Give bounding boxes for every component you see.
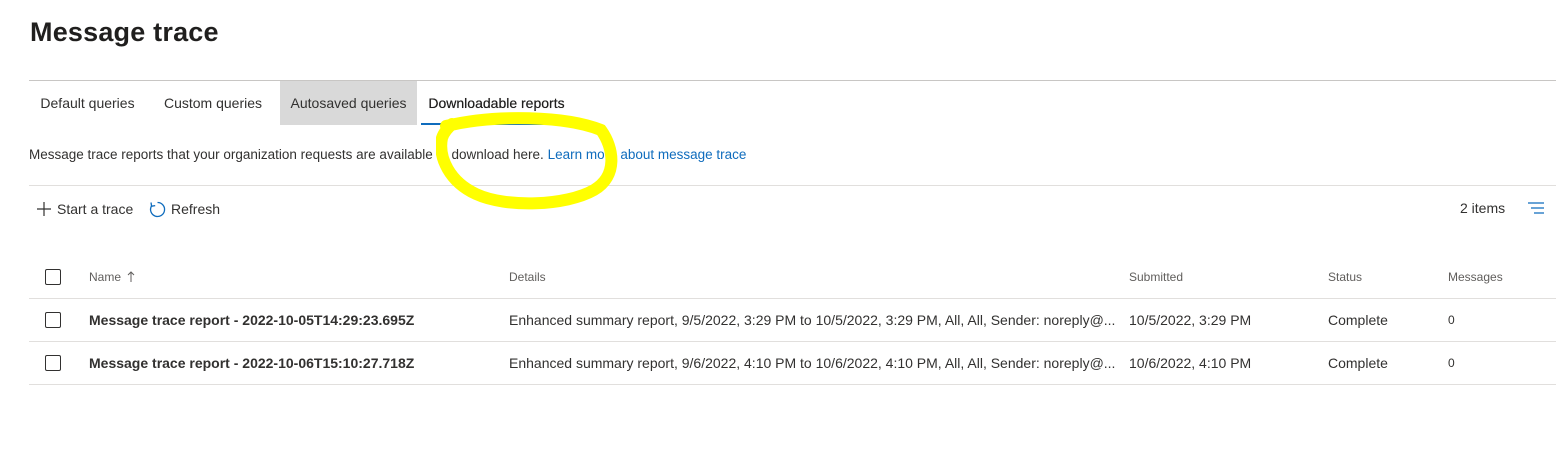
column-header-status[interactable]: Status: [1328, 256, 1362, 298]
tab-downloadable-reports[interactable]: Downloadable reports: [417, 81, 576, 125]
tab-autosaved-queries[interactable]: Autosaved queries: [280, 81, 417, 125]
tab-selected-indicator: [421, 123, 572, 125]
sort-ascending-icon: [127, 271, 135, 283]
row-checkbox[interactable]: [45, 355, 61, 371]
tab-label: Autosaved queries: [290, 95, 407, 111]
learn-more-link[interactable]: Learn more about message trace: [548, 147, 747, 162]
row-name[interactable]: Message trace report - 2022-10-06T15:10:…: [89, 342, 414, 384]
row-checkbox[interactable]: [45, 312, 61, 328]
select-all-checkbox[interactable]: [45, 269, 61, 285]
row-messages: 0: [1448, 356, 1455, 370]
row-status: Complete: [1328, 312, 1388, 328]
items-count: 2 items: [1460, 200, 1506, 216]
refresh-icon: [149, 201, 166, 218]
table-header: Name Details Submitted Status Messages: [29, 256, 1556, 299]
table-row[interactable]: Message trace report - 2022-10-06T15:10:…: [29, 342, 1556, 385]
row-messages: 0: [1448, 313, 1455, 327]
table-row[interactable]: Message trace report - 2022-10-05T14:29:…: [29, 299, 1556, 342]
description: Message trace reports that your organiza…: [29, 147, 746, 162]
start-trace-label: Start a trace: [57, 201, 134, 217]
start-trace-button[interactable]: Start a trace: [36, 198, 133, 220]
refresh-button[interactable]: Refresh: [149, 198, 220, 220]
section-divider: [29, 185, 1556, 186]
tab-bar: Default queries Custom queries Autosaved…: [29, 81, 576, 125]
refresh-label: Refresh: [171, 201, 221, 217]
column-header-name-label: Name: [89, 270, 122, 284]
view-options-icon[interactable]: [1527, 200, 1545, 216]
column-header-details[interactable]: Details: [509, 256, 546, 298]
row-details: Enhanced summary report, 9/6/2022, 4:10 …: [509, 355, 1116, 371]
plus-icon: [36, 201, 52, 217]
row-details: Enhanced summary report, 9/5/2022, 3:29 …: [509, 312, 1116, 328]
tab-label: Custom queries: [163, 95, 263, 111]
column-header-messages[interactable]: Messages: [1448, 256, 1503, 298]
tab-label: Downloadable reports: [428, 95, 565, 111]
row-status: Complete: [1328, 355, 1388, 371]
page-title: Message trace: [30, 17, 219, 47]
tab-default-queries[interactable]: Default queries: [29, 81, 146, 125]
row-submitted: 10/6/2022, 4:10 PM: [1129, 355, 1252, 371]
row-submitted: 10/5/2022, 3:29 PM: [1129, 312, 1252, 328]
description-text: Message trace reports that your organiza…: [29, 147, 544, 162]
row-name[interactable]: Message trace report - 2022-10-05T14:29:…: [89, 299, 414, 341]
column-header-name[interactable]: Name: [89, 256, 135, 298]
column-header-submitted[interactable]: Submitted: [1129, 256, 1183, 298]
tab-custom-queries[interactable]: Custom queries: [146, 81, 280, 125]
tab-label: Default queries: [40, 95, 135, 111]
